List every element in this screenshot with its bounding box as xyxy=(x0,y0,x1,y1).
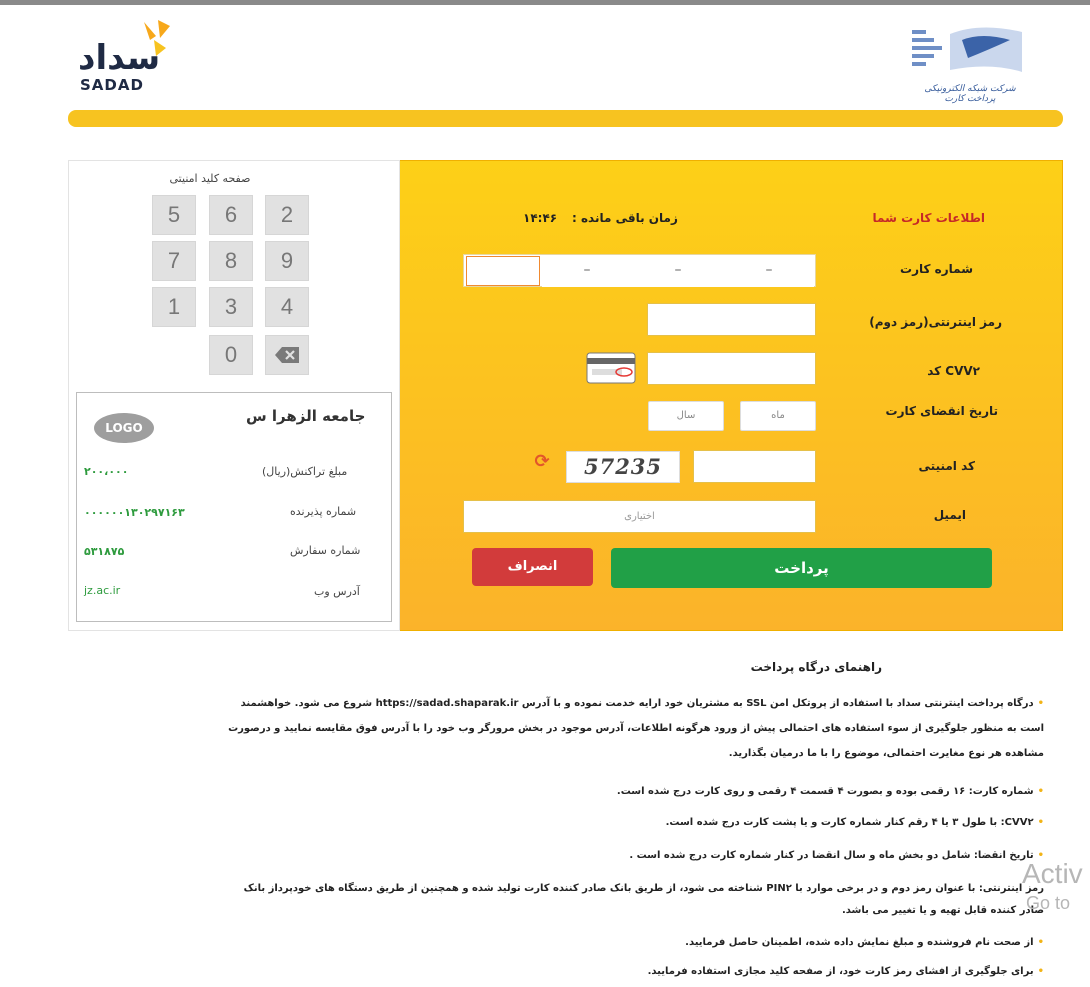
guide-line-4: •شماره کارت: ۱۶ رقمی بوده و بصورت ۴ قسمت… xyxy=(617,786,1044,797)
card-number-part-3[interactable]: – xyxy=(632,255,724,287)
card-back-icon xyxy=(586,352,636,384)
key-8[interactable]: 8 xyxy=(209,241,253,281)
web-value[interactable]: jz.ac.ir xyxy=(84,584,120,597)
sadad-logo-fa: سداد xyxy=(78,38,161,78)
pin2-input[interactable] xyxy=(647,303,816,336)
shaparak-emblem-icon xyxy=(912,27,1022,72)
card-number-label: شماره کارت xyxy=(900,262,973,276)
captcha-label: کد امنیتی xyxy=(918,459,975,473)
guide-text: شماره کارت: ۱۶ رقمی بوده و بصورت ۴ قسمت … xyxy=(616,786,1034,797)
key-7[interactable]: 7 xyxy=(152,241,196,281)
activation-watermark-line2: Go to xyxy=(1026,893,1071,913)
key-3[interactable]: 3 xyxy=(209,287,253,327)
cvv2-label: کد CVV۲ xyxy=(927,364,980,378)
guide-line-1: •درگاه پرداخت اینترنتی سداد با استفاده ا… xyxy=(241,698,1044,709)
captcha-refresh-icon[interactable]: ⟳ xyxy=(532,452,552,472)
captcha-input[interactable] xyxy=(693,450,816,483)
merchant-name: جامعه الزهرا س xyxy=(246,407,366,425)
key-2[interactable]: 2 xyxy=(265,195,309,235)
amount-value: ۲۰۰،۰۰۰ xyxy=(84,465,129,478)
expiry-year-input[interactable]: سال xyxy=(648,401,724,431)
guide-line-7: رمز اینترنتی: با عنوان رمز دوم و در برخی… xyxy=(244,883,1044,894)
timer-value: ۱۴:۴۶ xyxy=(523,211,558,225)
sadad-logo-en: SADAD xyxy=(80,76,144,94)
key-9[interactable]: 9 xyxy=(265,241,309,281)
guide-line-5: •CVV۲: با طول ۳ یا ۴ رقم کنار شماره کارت… xyxy=(666,817,1044,828)
guide-line-10: •برای جلوگیری از افشای رمز کارت خود، از … xyxy=(648,966,1044,977)
guide-line-8: صادر کننده قابل تهیه و یا تغییر می باشد. xyxy=(842,905,1044,916)
backspace-key[interactable] xyxy=(265,335,309,375)
guide-line-9: •از صحت نام فروشنده و مبلغ نمایش داده شد… xyxy=(685,937,1044,948)
bullet-icon: • xyxy=(1037,966,1044,977)
merchant-logo: LOGO xyxy=(94,413,154,443)
acceptor-label: شماره پذیرنده xyxy=(290,505,357,518)
guide-text: از صحت نام فروشنده و مبلغ نمایش داده شده… xyxy=(685,937,1034,948)
guide-text: مشاهده هر نوع مغایرت احتمالی، موضوع را ب… xyxy=(728,748,1044,759)
shaparak-logo: شرکت شبکه الکترونیکی پرداخت کارت xyxy=(910,22,1030,104)
guide-line-6: •تاریخ انقضا: شامل دو بخش ماه و سال انقض… xyxy=(629,850,1044,861)
guide-text: CVV۲: با طول ۳ یا ۴ رقم کنار شماره کارت … xyxy=(665,817,1034,828)
pin2-label: رمز اینترنتی(رمز دوم) xyxy=(869,315,1002,329)
card-info-title: اطلاعات کارت شما xyxy=(872,211,985,225)
bullet-icon: • xyxy=(1037,786,1044,797)
card-number-part-4[interactable]: – xyxy=(724,255,814,287)
pay-button[interactable]: پرداخت xyxy=(611,548,992,588)
order-label: شماره سفارش xyxy=(290,544,361,557)
order-value: ۵۳۱۸۷۵ xyxy=(84,545,125,558)
guide-line-3: مشاهده هر نوع مغایرت احتمالی، موضوع را ب… xyxy=(729,748,1044,759)
email-label: ایمیل xyxy=(933,508,966,522)
key-4[interactable]: 4 xyxy=(265,287,309,327)
key-1[interactable]: 1 xyxy=(152,287,196,327)
top-border xyxy=(0,0,1090,5)
sadad-logo: سداد SADAD xyxy=(76,18,196,98)
cancel-button[interactable]: انصراف xyxy=(472,548,593,586)
expiry-month-input[interactable]: ماه xyxy=(740,401,816,431)
email-input[interactable]: اختیاری xyxy=(463,500,816,533)
guide-text: درگاه پرداخت اینترنتی سداد با استفاده از… xyxy=(240,698,1034,709)
guide-line-2: است به منظور جلوگیری از سوء استفاده های … xyxy=(228,723,1044,734)
captcha-image: 57235 xyxy=(566,451,680,483)
guide-text: برای جلوگیری از افشای رمز کارت خود، از ص… xyxy=(647,966,1034,977)
bullet-icon: • xyxy=(1037,698,1044,709)
amount-label: مبلغ تراکنش(ریال) xyxy=(262,465,348,478)
guide-text: صادر کننده قابل تهیه و یا تغییر می باشد. xyxy=(841,905,1044,916)
guide-text: است به منظور جلوگیری از سوء استفاده های … xyxy=(228,723,1044,734)
guide-text: تاریخ انقضا: شامل دو بخش ماه و سال انقضا… xyxy=(629,850,1034,861)
acceptor-value: ۰۰۰۰۰۰۱۳۰۲۹۷۱۶۳ xyxy=(84,506,185,519)
timer-label: زمان باقی مانده : xyxy=(572,211,678,225)
bullet-icon: • xyxy=(1037,937,1044,948)
web-label: آدرس وب xyxy=(314,585,360,598)
card-number-part-2[interactable]: – xyxy=(542,255,632,287)
cvv2-input[interactable] xyxy=(647,352,816,385)
card-number-part-1[interactable] xyxy=(466,256,540,286)
key-0[interactable]: 0 xyxy=(209,335,253,375)
key-5[interactable]: 5 xyxy=(152,195,196,235)
bullet-icon: • xyxy=(1037,817,1044,828)
expiry-label: تاریخ انقضای کارت xyxy=(885,404,998,418)
header-progress-bar xyxy=(68,110,1063,127)
backspace-icon xyxy=(275,347,299,363)
shaparak-logo-text: شرکت شبکه الکترونیکی پرداخت کارت xyxy=(924,84,1016,104)
guide-text: رمز اینترنتی: با عنوان رمز دوم و در برخی… xyxy=(243,883,1044,894)
keypad-title: صفحه کلید امنیتی xyxy=(169,172,251,185)
key-6[interactable]: 6 xyxy=(209,195,253,235)
activation-watermark-line1: Activ xyxy=(1022,858,1083,889)
guide-title: راهنمای درگاه پرداخت xyxy=(750,660,882,674)
